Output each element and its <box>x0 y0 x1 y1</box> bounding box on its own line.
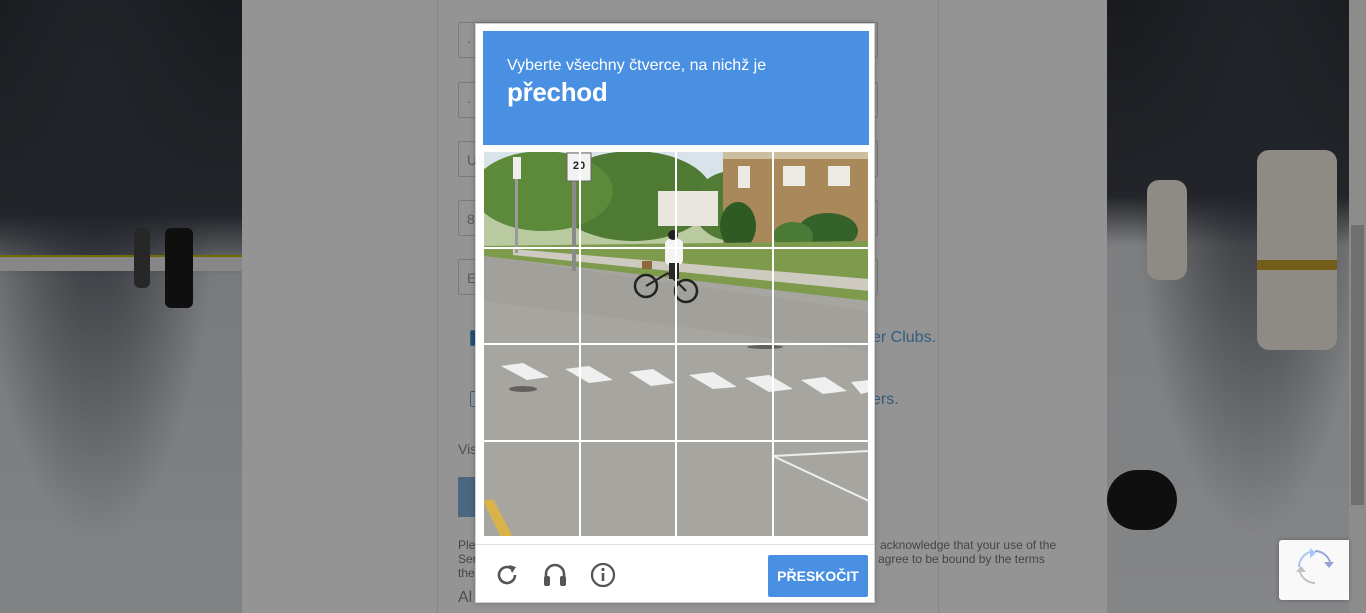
grid-tile-4-3[interactable] <box>676 440 773 537</box>
challenge-image-grid: 20 <box>483 151 869 537</box>
grid-tile-2-1[interactable] <box>483 247 580 344</box>
challenge-target-word: přechod <box>507 77 608 107</box>
grid-tile-4-4[interactable] <box>772 440 869 537</box>
challenge-footer: PŘESKOČIT <box>476 544 874 603</box>
recaptcha-challenge-dialog: Vyberte všechny čtverce, na nichž je pře… <box>475 23 875 603</box>
grid-tile-2-3[interactable] <box>676 247 773 344</box>
grid-tile-1-2[interactable] <box>579 151 676 248</box>
recaptcha-badge[interactable] <box>1279 540 1349 600</box>
grid-tile-4-2[interactable] <box>579 440 676 537</box>
tile-grid <box>483 151 869 537</box>
grid-tile-2-4[interactable] <box>772 247 869 344</box>
audio-icon[interactable] <box>542 562 568 588</box>
grid-tile-3-1[interactable] <box>483 344 580 441</box>
grid-tile-1-1[interactable] <box>483 151 580 248</box>
info-icon[interactable] <box>590 562 616 588</box>
challenge-header: Vyberte všechny čtverce, na nichž je pře… <box>483 31 869 145</box>
grid-tile-3-2[interactable] <box>579 344 676 441</box>
grid-tile-3-4[interactable] <box>772 344 869 441</box>
grid-tile-3-3[interactable] <box>676 344 773 441</box>
challenge-instruction: Vyberte všechny čtverce, na nichž je <box>507 57 767 74</box>
skip-button[interactable]: PŘESKOČIT <box>768 555 868 597</box>
recaptcha-logo-icon <box>1296 548 1334 584</box>
reload-icon[interactable] <box>494 562 520 588</box>
grid-tile-1-4[interactable] <box>772 151 869 248</box>
grid-tile-4-1[interactable] <box>483 440 580 537</box>
grid-tile-1-3[interactable] <box>676 151 773 248</box>
grid-tile-2-2[interactable] <box>579 247 676 344</box>
